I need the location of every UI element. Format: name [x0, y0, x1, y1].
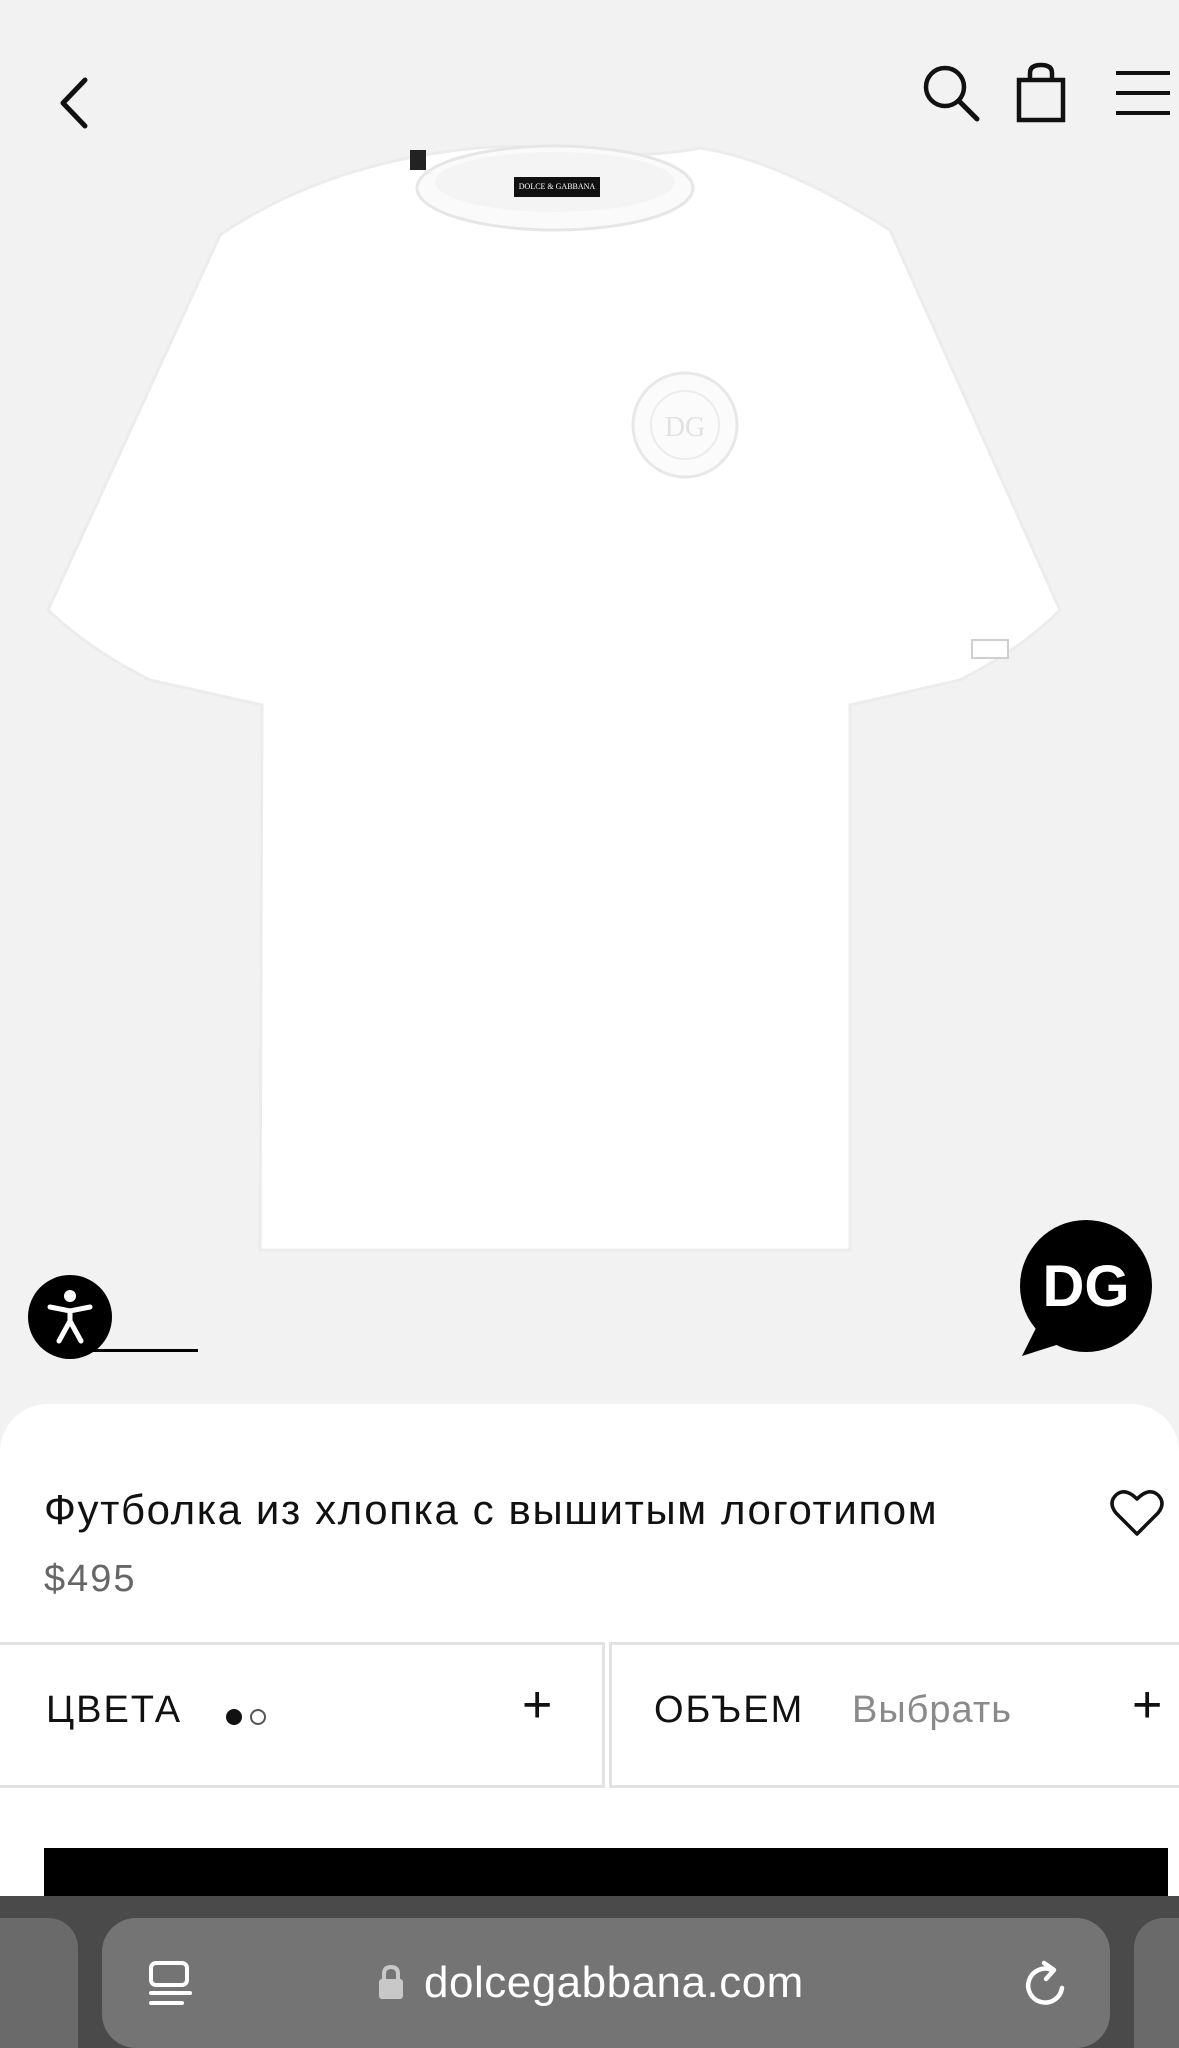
colors-label: ЦВЕТА: [46, 1689, 183, 1731]
menu-button[interactable]: [1108, 58, 1178, 128]
color-swatch-black[interactable]: [226, 1709, 242, 1725]
reader-icon[interactable]: [148, 1960, 194, 2008]
tshirt-shape: [46, 144, 1062, 1252]
color-swatch-white[interactable]: [250, 1709, 266, 1725]
hamburger-menu-icon: [1116, 71, 1170, 115]
colors-selector[interactable]: ЦВЕТА +: [0, 1642, 605, 1788]
heart-icon: [1110, 1490, 1164, 1536]
dg-chat-logo: DG: [1043, 1254, 1130, 1319]
previous-tab-preview[interactable]: [0, 1918, 78, 2048]
product-image[interactable]: DOLCE & GABBANA DG: [0, 0, 1179, 1260]
url-text: dolcegabbana.com: [424, 1958, 804, 2007]
accessibility-button[interactable]: [28, 1275, 112, 1359]
back-button[interactable]: [40, 68, 110, 138]
size-expand-button[interactable]: +: [1132, 1675, 1162, 1735]
size-label: ОБЪЕМ: [654, 1689, 805, 1731]
colors-expand-button[interactable]: +: [522, 1675, 552, 1735]
size-select-value[interactable]: Выбрать: [852, 1689, 1012, 1732]
next-tab-preview[interactable]: [1134, 1918, 1179, 2048]
size-selector[interactable]: ОБЪЕМ Выбрать +: [609, 1642, 1179, 1788]
neck-label-text: DOLCE & GABBANA: [519, 182, 596, 191]
accessibility-person-icon: [47, 1290, 93, 1344]
search-button[interactable]: [916, 58, 986, 128]
patch-logo-text: DG: [665, 412, 705, 443]
product-title: Футболка из хлопка с вышитым логотипом: [44, 1486, 939, 1533]
chevron-left-icon: [60, 77, 88, 129]
bag-button[interactable]: [1006, 58, 1076, 128]
dg-chat-button[interactable]: DG: [1016, 1220, 1156, 1360]
lock-icon: [379, 1964, 403, 1999]
search-icon: [923, 65, 980, 122]
wishlist-button[interactable]: [1108, 1484, 1166, 1542]
reload-icon[interactable]: [1022, 1960, 1070, 2010]
product-price: $495: [44, 1558, 137, 1600]
shopping-bag-icon: [1016, 62, 1066, 123]
accessibility-underline: [92, 1349, 198, 1352]
